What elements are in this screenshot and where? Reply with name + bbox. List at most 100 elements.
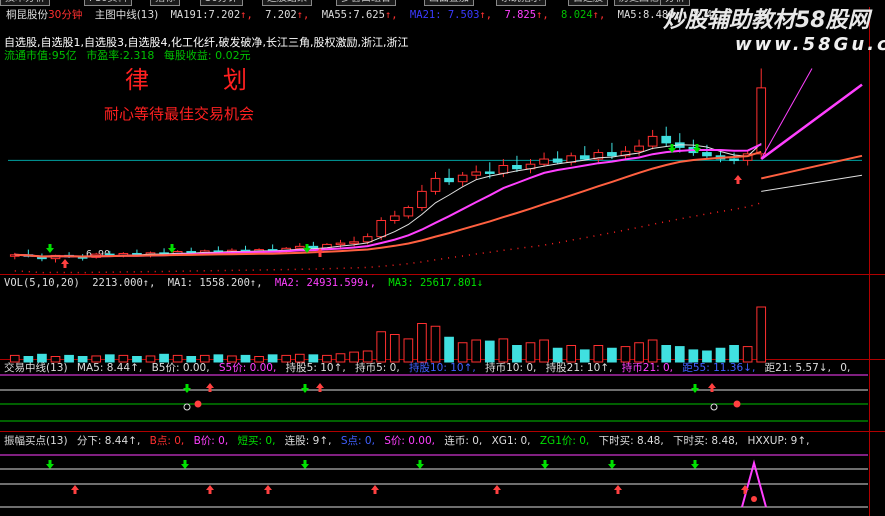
candle[interactable] bbox=[498, 165, 509, 174]
volume-bar[interactable] bbox=[281, 354, 292, 363]
volume-bar[interactable] bbox=[389, 334, 400, 363]
low-zg1: ZG1价: 0, bbox=[539, 435, 590, 447]
volume-bar[interactable] bbox=[104, 354, 115, 363]
candle[interactable] bbox=[457, 174, 468, 183]
volume-bar[interactable] bbox=[64, 354, 74, 363]
candle[interactable] bbox=[471, 171, 482, 176]
candle[interactable] bbox=[647, 135, 658, 147]
candle[interactable] bbox=[335, 242, 346, 246]
volume-bar[interactable] bbox=[484, 340, 495, 363]
tab-5[interactable]: 多窗口组合 bbox=[336, 0, 396, 6]
candle[interactable] bbox=[512, 165, 522, 170]
candle[interactable] bbox=[376, 219, 387, 238]
volume-bar[interactable] bbox=[444, 336, 454, 363]
volume-bar[interactable] bbox=[674, 346, 685, 363]
volume-bar[interactable] bbox=[756, 306, 767, 363]
tab-2[interactable]: 指标 bbox=[150, 0, 180, 6]
volume-bar[interactable] bbox=[294, 353, 305, 363]
volume-bar[interactable] bbox=[539, 339, 549, 363]
volume-bar[interactable] bbox=[159, 353, 169, 363]
mid-signal-dot bbox=[733, 400, 741, 408]
volume-bar[interactable] bbox=[240, 354, 251, 363]
volume-bar[interactable] bbox=[607, 347, 617, 363]
candle[interactable] bbox=[552, 158, 563, 163]
candle[interactable] bbox=[444, 177, 454, 183]
tab-3[interactable]: 30分钟 bbox=[200, 0, 243, 6]
volume-bar[interactable] bbox=[403, 338, 414, 363]
volume-bar[interactable] bbox=[661, 345, 672, 363]
low-xg1: XG1: 0, bbox=[491, 435, 531, 447]
volume-bar[interactable] bbox=[498, 338, 509, 363]
tab-1[interactable]: F10资料 bbox=[84, 0, 133, 6]
green-down-arrow-icon bbox=[691, 384, 699, 393]
green-down-arrow-icon bbox=[183, 384, 191, 393]
candle[interactable] bbox=[702, 152, 712, 157]
candle[interactable] bbox=[403, 207, 414, 217]
red-up-arrow-icon bbox=[371, 485, 379, 494]
volume-bar[interactable] bbox=[172, 354, 183, 363]
volume-bar[interactable] bbox=[688, 349, 699, 363]
volume-bar[interactable] bbox=[213, 354, 224, 363]
volume-bar[interactable] bbox=[552, 347, 563, 363]
candle[interactable] bbox=[417, 190, 427, 209]
volume-bar[interactable] bbox=[349, 351, 359, 363]
candle[interactable] bbox=[389, 215, 400, 221]
volume-bar[interactable] bbox=[729, 345, 739, 363]
volume-bar[interactable] bbox=[376, 331, 387, 363]
candle[interactable] bbox=[579, 155, 590, 160]
volume-bar[interactable] bbox=[525, 342, 536, 363]
low-lianbi: 连币: 0, bbox=[444, 435, 483, 447]
tab-7[interactable]: 系统指示 bbox=[496, 0, 546, 6]
candle[interactable] bbox=[349, 241, 359, 244]
volume-bar[interactable] bbox=[199, 354, 210, 363]
tab-9[interactable]: 历史回忆 bbox=[614, 0, 664, 6]
tab-0[interactable]: 技术分析 bbox=[0, 0, 50, 6]
volume-bar[interactable] bbox=[37, 353, 47, 363]
volume-bar[interactable] bbox=[417, 323, 427, 363]
volume-bar[interactable] bbox=[579, 349, 590, 363]
vol-label: VOL(5,10,20) bbox=[4, 277, 80, 289]
volume-bar[interactable] bbox=[742, 346, 753, 363]
volume-bar[interactable] bbox=[620, 346, 631, 363]
ma-dotted-line bbox=[14, 202, 762, 274]
spike-dot bbox=[751, 496, 757, 502]
candle[interactable] bbox=[729, 158, 739, 162]
volume-bar[interactable] bbox=[647, 339, 658, 363]
candle[interactable] bbox=[362, 236, 373, 243]
tab-6[interactable]: 画面叠加 bbox=[424, 0, 474, 6]
volume-bar[interactable] bbox=[702, 350, 712, 363]
mid-hold21: 持股21: 10↑, bbox=[545, 362, 613, 374]
candle[interactable] bbox=[661, 135, 672, 144]
low-liangu: 连股: 9↑, bbox=[284, 435, 332, 447]
volume-bar[interactable] bbox=[335, 353, 346, 363]
volume-bar[interactable] bbox=[634, 342, 644, 363]
volume-bar[interactable] bbox=[566, 345, 577, 363]
volume-bar[interactable] bbox=[715, 347, 726, 363]
mid-indicator-header: 交易中线(13) MA5: 8.44↑, B5价: 0.00, S5价: 0.0… bbox=[4, 362, 856, 375]
candle[interactable] bbox=[607, 152, 617, 157]
tab-4[interactable]: 选股结果 bbox=[262, 0, 312, 6]
red-up-arrow-icon bbox=[708, 383, 716, 392]
volume-bar[interactable] bbox=[362, 350, 373, 363]
volume-bar[interactable] bbox=[512, 345, 522, 363]
candle[interactable] bbox=[430, 177, 441, 192]
candle[interactable] bbox=[634, 145, 644, 152]
volume-bar[interactable] bbox=[9, 354, 20, 363]
vol-value: 2213.000↑, bbox=[92, 277, 156, 289]
volume-bar[interactable] bbox=[471, 339, 482, 363]
candle[interactable] bbox=[294, 245, 305, 249]
mid-ma5: MA5: 8.44↑, bbox=[76, 362, 143, 374]
tab-8[interactable]: 自选股 bbox=[568, 0, 608, 6]
volume-bar[interactable] bbox=[322, 354, 332, 363]
low-fenxia: 分下: 8.44↑, bbox=[76, 435, 141, 447]
red-up-arrow-icon bbox=[493, 485, 501, 494]
volume-bar[interactable] bbox=[308, 354, 319, 363]
red-up-arrow-icon bbox=[206, 383, 214, 392]
volume-bar[interactable] bbox=[593, 345, 604, 363]
volume-bar[interactable] bbox=[267, 354, 278, 363]
volume-bar[interactable] bbox=[457, 342, 468, 363]
candle[interactable] bbox=[484, 171, 495, 174]
candle[interactable] bbox=[539, 158, 549, 165]
volume-bar[interactable] bbox=[118, 354, 129, 363]
volume-bar[interactable] bbox=[430, 325, 441, 363]
